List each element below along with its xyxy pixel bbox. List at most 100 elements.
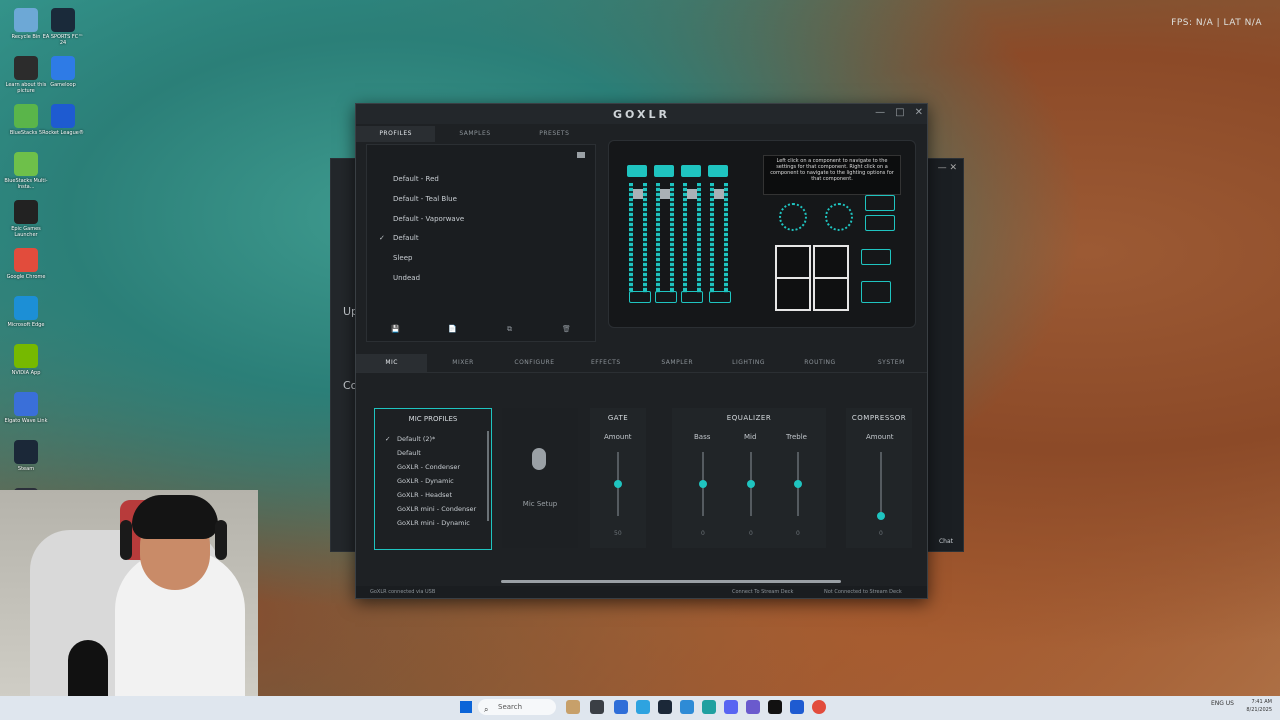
device-preview[interactable]: Left click on a component to navigate to… xyxy=(608,140,916,328)
effect-button[interactable] xyxy=(865,215,895,231)
eq-mid-value[interactable]: 0 xyxy=(749,530,753,537)
mute-button-3[interactable] xyxy=(681,165,701,177)
duplicate-icon[interactable]: ⧉ xyxy=(505,325,515,333)
title-bar[interactable]: GOXLR — □ ✕ xyxy=(356,104,927,124)
taskbar-app-icon[interactable] xyxy=(790,700,804,714)
profile-item[interactable]: Default - Teal Blue xyxy=(393,195,457,203)
gate-slider-thumb[interactable] xyxy=(614,480,622,488)
taskbar-app-icon[interactable] xyxy=(636,700,650,714)
mute-button-2[interactable] xyxy=(654,165,674,177)
taskbar-app-icon[interactable] xyxy=(614,700,628,714)
eq-mid-thumb[interactable] xyxy=(747,480,755,488)
mic-profile-item[interactable]: GoXLR mini - Dynamic xyxy=(397,519,470,527)
mic-profile-item-active[interactable]: Default (2)* xyxy=(397,435,435,443)
taskbar-app-icon[interactable] xyxy=(724,700,738,714)
search-placeholder: Search xyxy=(498,703,523,711)
background-window-controls[interactable]: — ✕ xyxy=(938,163,957,173)
bottom-button[interactable] xyxy=(709,291,731,303)
taskbar-search[interactable]: ⌕ Search xyxy=(478,699,556,715)
taskbar-app-icon[interactable] xyxy=(590,700,604,714)
tab-configure[interactable]: CONFIGURE xyxy=(499,354,570,372)
tab-sampler[interactable]: SAMPLER xyxy=(642,354,713,372)
fader-handle[interactable] xyxy=(660,189,670,199)
desktop-icon[interactable]: Epic Games Launcher xyxy=(4,200,48,248)
mic-profiles-scrollbar[interactable] xyxy=(487,431,489,521)
bottom-button[interactable] xyxy=(681,291,703,303)
fader-handle[interactable] xyxy=(633,189,643,199)
sample-pad[interactable] xyxy=(775,277,811,311)
compressor-value[interactable]: 0 xyxy=(879,530,883,537)
bottom-button[interactable] xyxy=(655,291,677,303)
profile-item[interactable]: Default - Vaporwave xyxy=(393,215,464,223)
tab-mixer[interactable]: MIXER xyxy=(427,354,498,372)
clock[interactable]: 7:41 AM 8/21/2025 xyxy=(1246,698,1272,714)
sample-pad[interactable] xyxy=(813,277,849,311)
tab-presets[interactable]: PRESETS xyxy=(515,126,594,142)
mic-setup-panel[interactable]: Mic Setup xyxy=(502,408,578,548)
bottom-button[interactable] xyxy=(629,291,651,303)
eq-treble-thumb[interactable] xyxy=(794,480,802,488)
sample-pad[interactable] xyxy=(813,245,849,279)
mic-profile-item[interactable]: GoXLR mini - Condenser xyxy=(397,505,476,513)
maximize-icon[interactable]: □ xyxy=(895,107,904,118)
tab-samples[interactable]: SAMPLES xyxy=(435,126,514,142)
desktop-icon[interactable]: Elgato Wave Link xyxy=(4,392,48,440)
horizontal-scrollbar[interactable] xyxy=(501,580,841,583)
eq-treble-value[interactable]: 0 xyxy=(796,530,800,537)
mute-button-1[interactable] xyxy=(627,165,647,177)
start-button[interactable] xyxy=(460,701,472,713)
compressor-slider-track[interactable] xyxy=(880,452,882,516)
mic-profile-item[interactable]: GoXLR - Condenser xyxy=(397,463,460,471)
effect-button[interactable] xyxy=(861,249,891,265)
effect-knob[interactable] xyxy=(825,203,853,231)
profile-item[interactable]: Undead xyxy=(393,274,420,282)
mic-profile-item[interactable]: GoXLR - Dynamic xyxy=(397,477,454,485)
desktop-icon[interactable]: Steam xyxy=(4,440,48,488)
mute-button-4[interactable] xyxy=(708,165,728,177)
tab-lighting[interactable]: LIGHTING xyxy=(713,354,784,372)
taskbar-app-icon[interactable] xyxy=(680,700,694,714)
fader-handle[interactable] xyxy=(687,189,697,199)
new-file-icon[interactable]: 📄 xyxy=(448,325,458,333)
effect-knob[interactable] xyxy=(779,203,807,231)
effect-button[interactable] xyxy=(861,281,891,303)
taskbar-app-icon[interactable] xyxy=(768,700,782,714)
desktop-icon[interactable]: Gameloop xyxy=(41,56,85,104)
taskbar-app-icon[interactable] xyxy=(566,700,580,714)
folder-icon[interactable] xyxy=(577,152,585,158)
desktop-icon[interactable]: Rocket League® xyxy=(41,104,85,152)
search-icon: ⌕ xyxy=(484,705,489,714)
profile-item-active[interactable]: Default xyxy=(393,234,419,242)
tab-profiles[interactable]: PROFILES xyxy=(356,126,436,142)
mic-profile-item[interactable]: Default xyxy=(397,449,421,457)
tab-mic[interactable]: MIC xyxy=(356,354,428,372)
delete-icon[interactable]: 🗑 xyxy=(562,325,572,333)
close-icon[interactable]: ✕ xyxy=(915,107,923,118)
taskbar-app-icon[interactable] xyxy=(658,700,672,714)
compressor-slider-thumb[interactable] xyxy=(877,512,885,520)
connect-stream-deck-link[interactable]: Connect To Stream Deck xyxy=(732,589,793,595)
tab-effects[interactable]: EFFECTS xyxy=(570,354,641,372)
sample-pad[interactable] xyxy=(775,245,811,279)
taskbar-app-icon[interactable] xyxy=(746,700,760,714)
eq-bass-value[interactable]: 0 xyxy=(701,530,705,537)
profile-item[interactable]: Default - Red xyxy=(393,175,439,183)
fader-handle[interactable] xyxy=(714,189,724,199)
desktop-icon[interactable]: BlueStacks Multi-Insta... xyxy=(4,152,48,200)
taskbar-app-icon[interactable] xyxy=(702,700,716,714)
desktop-icon[interactable]: NVIDIA App xyxy=(4,344,48,392)
gate-value[interactable]: 50 xyxy=(614,530,622,537)
desktop-icon[interactable]: Microsoft Edge xyxy=(4,296,48,344)
desktop-icon[interactable]: EA SPORTS FC™ 24 xyxy=(41,8,85,56)
minimize-icon[interactable]: — xyxy=(875,107,885,118)
save-icon[interactable]: 💾 xyxy=(391,325,401,333)
language-indicator[interactable]: ENG US xyxy=(1211,700,1234,707)
tab-system[interactable]: SYSTEM xyxy=(856,354,927,372)
effect-button[interactable] xyxy=(865,195,895,211)
tab-routing[interactable]: ROUTING xyxy=(784,354,855,372)
mic-profile-item[interactable]: GoXLR - Headset xyxy=(397,491,452,499)
eq-bass-thumb[interactable] xyxy=(699,480,707,488)
profile-item[interactable]: Sleep xyxy=(393,254,412,262)
taskbar-app-icon[interactable] xyxy=(812,700,826,714)
desktop-icon[interactable]: Google Chrome xyxy=(4,248,48,296)
